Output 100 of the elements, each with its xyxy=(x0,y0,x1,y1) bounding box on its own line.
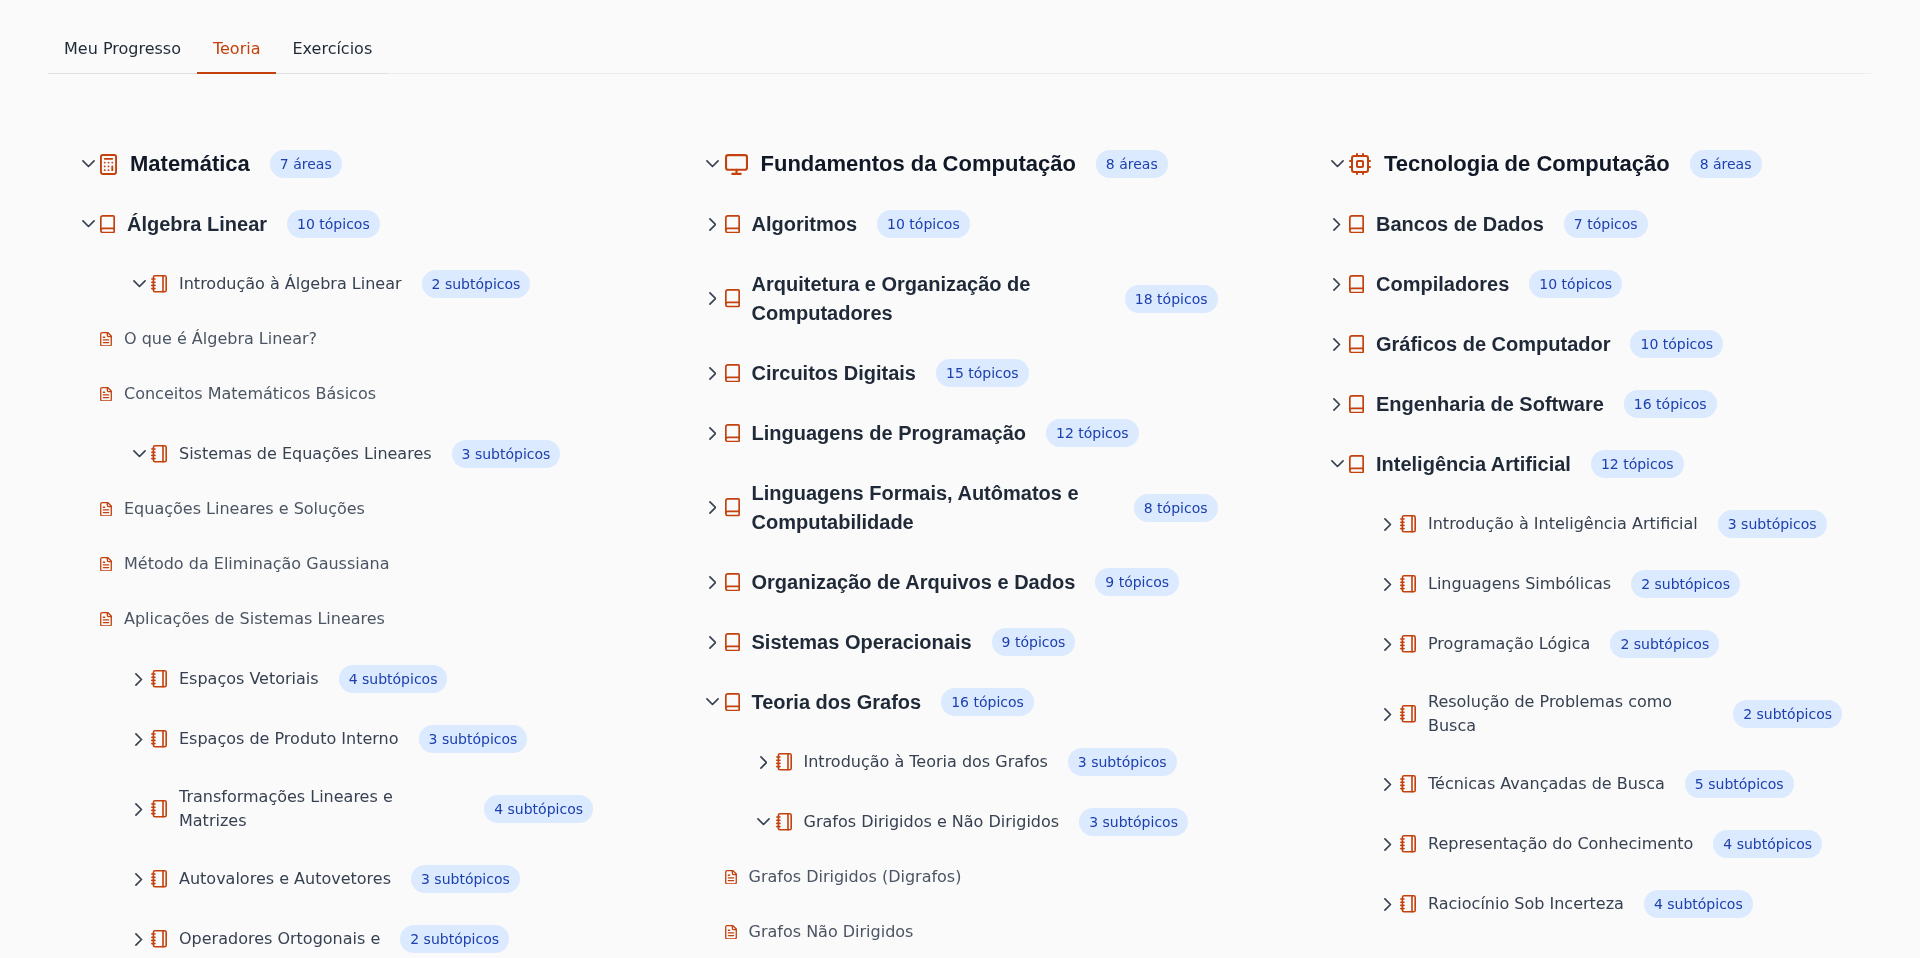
topic-title[interactable]: Sistemas de Equações Lineares xyxy=(179,442,432,466)
subject-title[interactable]: Fundamentos da Computação xyxy=(760,150,1076,178)
chevron-down-icon[interactable] xyxy=(757,818,770,826)
notebook-icon xyxy=(151,275,167,293)
count-badge: 9 tópicos xyxy=(991,628,1076,656)
topic-title[interactable]: Introdução à Álgebra Linear xyxy=(179,272,402,296)
subtopic-title[interactable]: O que é Álgebra Linear? xyxy=(124,327,318,351)
nav-tab[interactable]: Exercícios xyxy=(276,26,389,74)
chevron-right-icon[interactable] xyxy=(135,672,143,686)
chevron-right-icon[interactable] xyxy=(1384,777,1392,791)
area-title[interactable]: Organização de Arquivos e Dados xyxy=(751,567,1076,597)
book-icon xyxy=(724,423,740,443)
chevron-right-icon[interactable] xyxy=(1333,277,1341,291)
topic-title[interactable]: Raciocínio Sob Incerteza xyxy=(1428,892,1624,916)
area-title[interactable]: Teoria dos Grafos xyxy=(751,687,922,717)
subtopic-title[interactable]: Grafos Dirigidos (Digrafos) xyxy=(748,865,962,889)
notebook-icon xyxy=(151,870,167,888)
chevron-right-icon[interactable] xyxy=(1333,337,1341,351)
chevron-down-icon[interactable] xyxy=(132,450,146,458)
topic-title[interactable]: Linguagens Simbólicas xyxy=(1428,572,1612,596)
chevron-right-icon[interactable] xyxy=(1384,897,1392,911)
area-title[interactable]: Linguagens Formais, Autômatos e Computabilidade xyxy=(751,478,1114,537)
subject-title[interactable]: Matemática xyxy=(130,150,250,178)
topic-title[interactable]: Espaços Vetoriais xyxy=(179,667,319,691)
count-badge: 3 subtópicos xyxy=(1079,808,1188,836)
area-title[interactable]: Sistemas Operacionais xyxy=(751,627,972,657)
subtopic-title[interactable]: Grafos Não Dirigidos xyxy=(748,920,914,944)
chevron-right-icon[interactable] xyxy=(1384,707,1392,721)
chevron-right-icon[interactable] xyxy=(708,635,717,649)
book-icon xyxy=(724,692,740,712)
chevron-down-icon[interactable] xyxy=(81,220,95,228)
topic-title[interactable]: Resolução de Problemas como Busca xyxy=(1428,690,1714,738)
topic-title[interactable]: Autovalores e Autovetores xyxy=(179,867,391,891)
count-badge: 12 tópicos xyxy=(1046,419,1139,447)
subtopic-title[interactable]: Método da Eliminação Gaussiana xyxy=(124,552,390,576)
chevron-right-icon[interactable] xyxy=(1333,397,1341,411)
topic-title[interactable]: Representação do Conhecimento xyxy=(1428,832,1694,856)
chevron-right-icon[interactable] xyxy=(1384,517,1392,531)
topic-title[interactable]: Técnicas Avançadas de Busca xyxy=(1428,772,1665,796)
area-title[interactable]: Arquitetura e Organização de Computadores xyxy=(751,269,1105,328)
count-badge: 8 áreas xyxy=(1095,150,1168,178)
subtopic-title[interactable]: Equações Lineares e Soluções xyxy=(124,497,365,521)
chevron-right-icon[interactable] xyxy=(1384,637,1392,651)
chevron-down-icon[interactable] xyxy=(1330,460,1344,468)
subject-title[interactable]: Tecnologia de Computação xyxy=(1384,150,1670,178)
area-title[interactable]: Engenharia de Software xyxy=(1376,389,1604,419)
topic-title[interactable]: Introdução à Inteligência Artificial xyxy=(1428,512,1698,536)
book-icon xyxy=(724,632,740,652)
chevron-right-icon[interactable] xyxy=(708,217,717,231)
topic-title[interactable]: Introdução à Teoria dos Grafos xyxy=(803,750,1048,774)
chevron-right-icon[interactable] xyxy=(708,426,717,440)
topic-title[interactable]: Grafos Dirigidos e Não Dirigidos xyxy=(803,810,1060,834)
book-icon xyxy=(1349,334,1364,354)
chevron-down-icon[interactable] xyxy=(706,160,719,168)
nav-tab[interactable]: Teoria xyxy=(196,26,277,74)
chevron-right-icon[interactable] xyxy=(708,501,717,514)
count-badge: 4 subtópicos xyxy=(1643,890,1753,918)
chevron-down-icon[interactable] xyxy=(132,280,146,288)
topic-title[interactable]: Programação Lógica xyxy=(1428,632,1591,656)
notebook-icon xyxy=(1400,835,1416,853)
chevron-down-icon[interactable] xyxy=(706,698,719,706)
count-badge: 10 tópicos xyxy=(1630,330,1724,358)
chevron-right-icon[interactable] xyxy=(708,292,717,305)
topic-title[interactable]: Operadores Ortogonais e xyxy=(179,927,381,951)
area-title[interactable]: Algoritmos xyxy=(751,209,858,239)
book-icon xyxy=(724,289,740,308)
count-badge: 3 subtópicos xyxy=(451,440,561,468)
chevron-right-icon[interactable] xyxy=(759,755,768,769)
subtopic-title[interactable]: Conceitos Matemáticos Básicos xyxy=(124,382,376,406)
chevron-down-icon[interactable] xyxy=(81,160,95,168)
chevron-right-icon[interactable] xyxy=(135,932,143,946)
area-title[interactable]: Álgebra Linear xyxy=(127,209,268,239)
count-badge: 3 subtópicos xyxy=(411,865,520,893)
area-title[interactable]: Gráficos de Computador xyxy=(1376,329,1611,359)
nav-tab[interactable]: Meu Progresso xyxy=(48,26,197,74)
topic-title[interactable]: Transformações Lineares e Matrizes xyxy=(179,785,465,833)
area-title[interactable]: Linguagens de Programação xyxy=(751,418,1026,448)
count-badge: 10 tópicos xyxy=(877,210,970,238)
chevron-down-icon[interactable] xyxy=(1330,160,1344,168)
book-icon xyxy=(1349,454,1364,474)
area-title[interactable]: Circuitos Digitais xyxy=(751,358,916,388)
area-title[interactable]: Bancos de Dados xyxy=(1376,209,1544,239)
count-badge: 15 tópicos xyxy=(936,359,1029,387)
notebook-icon xyxy=(1400,635,1416,653)
subtopic-title[interactable]: Aplicações de Sistemas Lineares xyxy=(124,607,385,631)
chevron-right-icon[interactable] xyxy=(708,575,717,589)
notebook-icon xyxy=(775,813,792,831)
topic-title[interactable]: Espaços de Produto Interno xyxy=(179,727,399,751)
chevron-right-icon[interactable] xyxy=(135,872,143,886)
chevron-right-icon[interactable] xyxy=(1384,577,1392,591)
chevron-right-icon[interactable] xyxy=(1384,837,1392,851)
chevron-right-icon[interactable] xyxy=(135,802,143,816)
count-badge: 7 tópicos xyxy=(1563,210,1648,238)
chevron-right-icon[interactable] xyxy=(135,732,143,746)
notebook-icon xyxy=(1400,515,1416,533)
chevron-right-icon[interactable] xyxy=(1333,217,1341,231)
chevron-right-icon[interactable] xyxy=(708,366,717,380)
area-title[interactable]: Compiladores xyxy=(1376,269,1510,299)
count-badge: 2 subtópicos xyxy=(400,925,510,953)
area-title[interactable]: Inteligência Artificial xyxy=(1376,449,1571,479)
